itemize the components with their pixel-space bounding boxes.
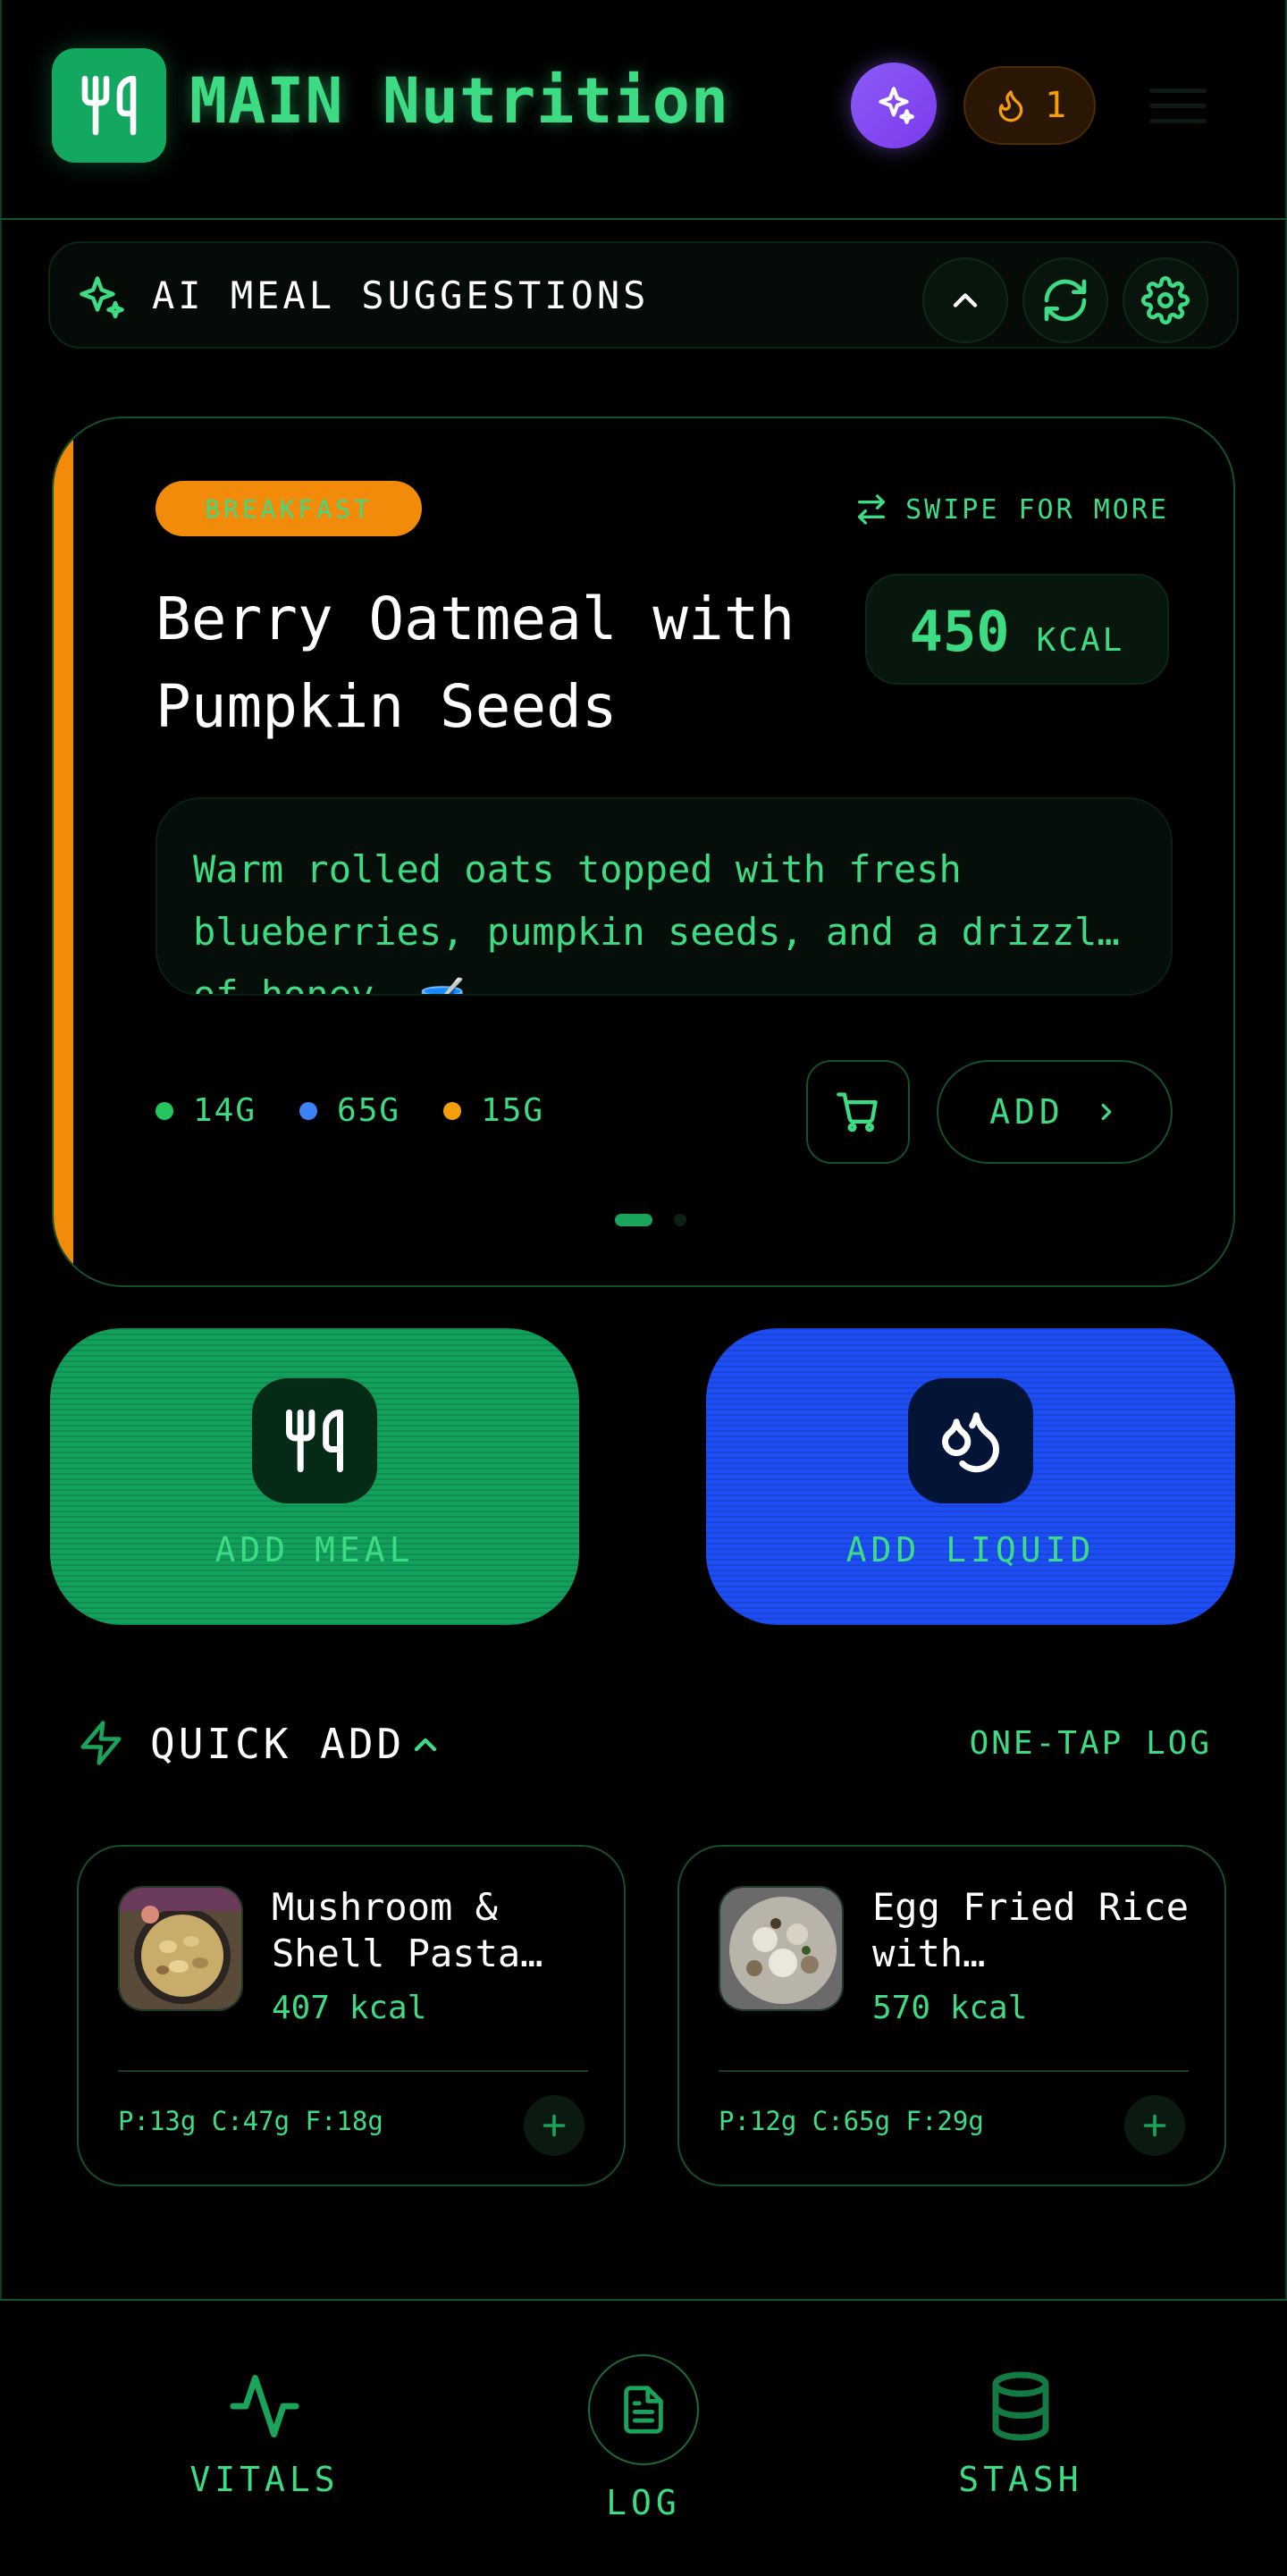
pulse-icon <box>230 2375 299 2437</box>
carbs-dot <box>299 1101 318 1120</box>
pager-dot-active[interactable] <box>615 1214 652 1226</box>
hamburger-menu-icon[interactable] <box>1144 72 1212 139</box>
plus-icon <box>1143 2114 1166 2137</box>
meal-description: Warm rolled oats topped with fresh blueb… <box>156 797 1173 996</box>
app-title: MAIN Nutrition <box>189 64 730 138</box>
protein-dot <box>156 1101 173 1120</box>
nav-stash-label: STASH <box>958 2460 1083 2499</box>
app-frame <box>0 0 1287 2576</box>
swap-arrows-icon <box>858 494 886 525</box>
quick-add-item[interactable]: Egg Fried Rice with… 570 kcal P:12g C:65… <box>677 1845 1226 2186</box>
document-icon <box>588 2354 699 2465</box>
pager-dot[interactable] <box>674 1214 686 1226</box>
collapse-button[interactable] <box>922 257 1008 343</box>
quick-add-header: QUICK ADD ONE-TAP LOG <box>77 1716 1212 1773</box>
app-header: MAIN Nutrition 1 <box>0 0 1287 220</box>
quick-add-item-name: Mushroom & Shell Pasta… <box>272 1885 543 1975</box>
divider <box>719 2070 1189 2072</box>
quick-add-item-macros: P:13g C:47g F:18g <box>118 2106 383 2136</box>
streak-count: 1 <box>1044 85 1067 126</box>
database-icon <box>992 2371 1049 2441</box>
nav-stash[interactable]: STASH <box>887 2301 1155 2576</box>
flame-icon <box>998 90 1023 122</box>
carbs-macro: 65G <box>299 1092 400 1129</box>
add-to-cart-button[interactable] <box>806 1060 910 1164</box>
refresh-button[interactable] <box>1022 257 1108 343</box>
swipe-hint: SWIPE FOR MORE <box>854 492 1169 527</box>
gear-icon <box>1141 276 1190 324</box>
food-thumbnail <box>719 1886 844 2011</box>
sparkles-icon <box>879 87 914 124</box>
droplets-icon <box>908 1378 1033 1503</box>
add-meal-label: ADD MEAL <box>214 1530 415 1570</box>
meal-suggestion-card[interactable]: BREAKFAST SWIPE FOR MORE Berry Oatmeal w… <box>52 417 1235 1287</box>
quick-add-plus-button[interactable] <box>524 2095 585 2156</box>
food-thumbnail <box>118 1886 243 2011</box>
bottom-navigation: VITALS LOG STASH <box>0 2299 1287 2576</box>
chevron-up-icon <box>953 293 978 307</box>
quick-add-item-macros: P:12g C:65g F:29g <box>719 2106 984 2136</box>
quick-add-item[interactable]: Mushroom & Shell Pasta… 407 kcal P:13g C… <box>77 1845 626 2186</box>
add-meal-button[interactable]: ADD MEAL <box>50 1328 579 1625</box>
kcal-value: 450 <box>909 599 1010 664</box>
protein-macro: 14G <box>156 1092 257 1129</box>
suggestion-pager <box>615 1214 686 1226</box>
quick-add-plus-button[interactable] <box>1124 2095 1185 2156</box>
quick-add-item-kcal: 570 kcal <box>872 1990 1028 2026</box>
ai-assistant-button[interactable] <box>851 63 937 148</box>
add-meal-suggestion-button[interactable]: ADD <box>937 1060 1173 1164</box>
fork-knife-icon <box>252 1378 377 1503</box>
meal-kcal: 450 KCAL <box>865 574 1169 685</box>
chevron-up-icon[interactable] <box>408 1727 443 1763</box>
meal-title: Berry Oatmeal with Pumpkin Seeds <box>156 585 795 741</box>
nav-log[interactable]: LOG <box>509 2301 778 2576</box>
plus-icon <box>543 2114 566 2137</box>
divider <box>118 2070 588 2072</box>
nav-vitals[interactable]: VITALS <box>130 2301 399 2576</box>
lightning-icon <box>80 1721 122 1765</box>
streak-badge[interactable]: 1 <box>963 66 1096 145</box>
meal-accent-stripe <box>54 418 73 1285</box>
chevron-right-icon <box>1101 1103 1112 1121</box>
sparkles-icon <box>80 276 124 319</box>
shopping-cart-icon <box>837 1092 878 1132</box>
ai-suggestions-label: AI MEAL SUGGESTIONS <box>152 274 650 317</box>
kcal-unit: KCAL <box>1036 622 1125 659</box>
one-tap-log-label: ONE-TAP LOG <box>969 1725 1212 1762</box>
meal-macros: 14G 65G 15G <box>156 1092 544 1129</box>
quick-add-item-name: Egg Fried Rice with… <box>872 1885 1190 1975</box>
nav-vitals-label: VITALS <box>189 2460 340 2499</box>
refresh-icon <box>1044 279 1087 322</box>
add-liquid-button[interactable]: ADD LIQUID <box>706 1328 1235 1625</box>
fork-knife-icon[interactable] <box>52 48 166 163</box>
add-liquid-label: ADD LIQUID <box>845 1530 1096 1570</box>
fat-macro: 15G <box>443 1092 544 1129</box>
meal-type-tag: BREAKFAST <box>156 481 422 536</box>
nav-log-label: LOG <box>606 2483 681 2522</box>
quick-add-item-kcal: 407 kcal <box>272 1990 427 2026</box>
quick-add-title: QUICK ADD <box>150 1720 406 1768</box>
ai-suggestions-bar: AI MEAL SUGGESTIONS <box>48 241 1239 349</box>
settings-button[interactable] <box>1123 257 1208 343</box>
fat-dot <box>443 1101 462 1120</box>
